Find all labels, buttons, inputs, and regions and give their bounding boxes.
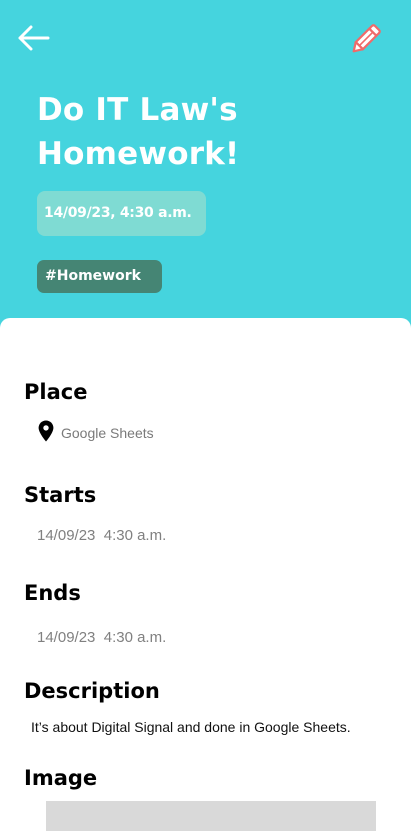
place-heading: Place [24, 380, 88, 404]
pencil-icon [352, 24, 381, 53]
back-button[interactable] [16, 22, 52, 54]
image-heading: Image [24, 766, 98, 790]
event-title: Do IT Law's Homework! [37, 88, 377, 176]
arrow-left-icon [18, 25, 50, 51]
event-tag-chip[interactable]: #Homework [37, 260, 162, 293]
description-value: It’s about Digital Signal and done in Go… [31, 719, 351, 735]
location-pin-icon [38, 420, 54, 442]
edit-button[interactable] [346, 22, 384, 58]
event-title-line-2: Homework! [37, 136, 240, 172]
place-value: Google Sheets [61, 425, 154, 441]
ends-heading: Ends [24, 581, 81, 605]
starts-value: 14/09/23 4:30 a.m. [37, 527, 167, 544]
event-title-line-1: Do IT Law's [37, 92, 238, 128]
description-heading: Description [24, 679, 160, 703]
event-date-chip: 14/09/23, 4:30 a.m. [37, 191, 206, 236]
image-placeholder[interactable] [46, 801, 376, 831]
ends-value: 14/09/23 4:30 a.m. [37, 629, 167, 646]
event-header: Do IT Law's Homework! 14/09/23, 4:30 a.m… [0, 0, 411, 340]
starts-heading: Starts [24, 483, 97, 507]
